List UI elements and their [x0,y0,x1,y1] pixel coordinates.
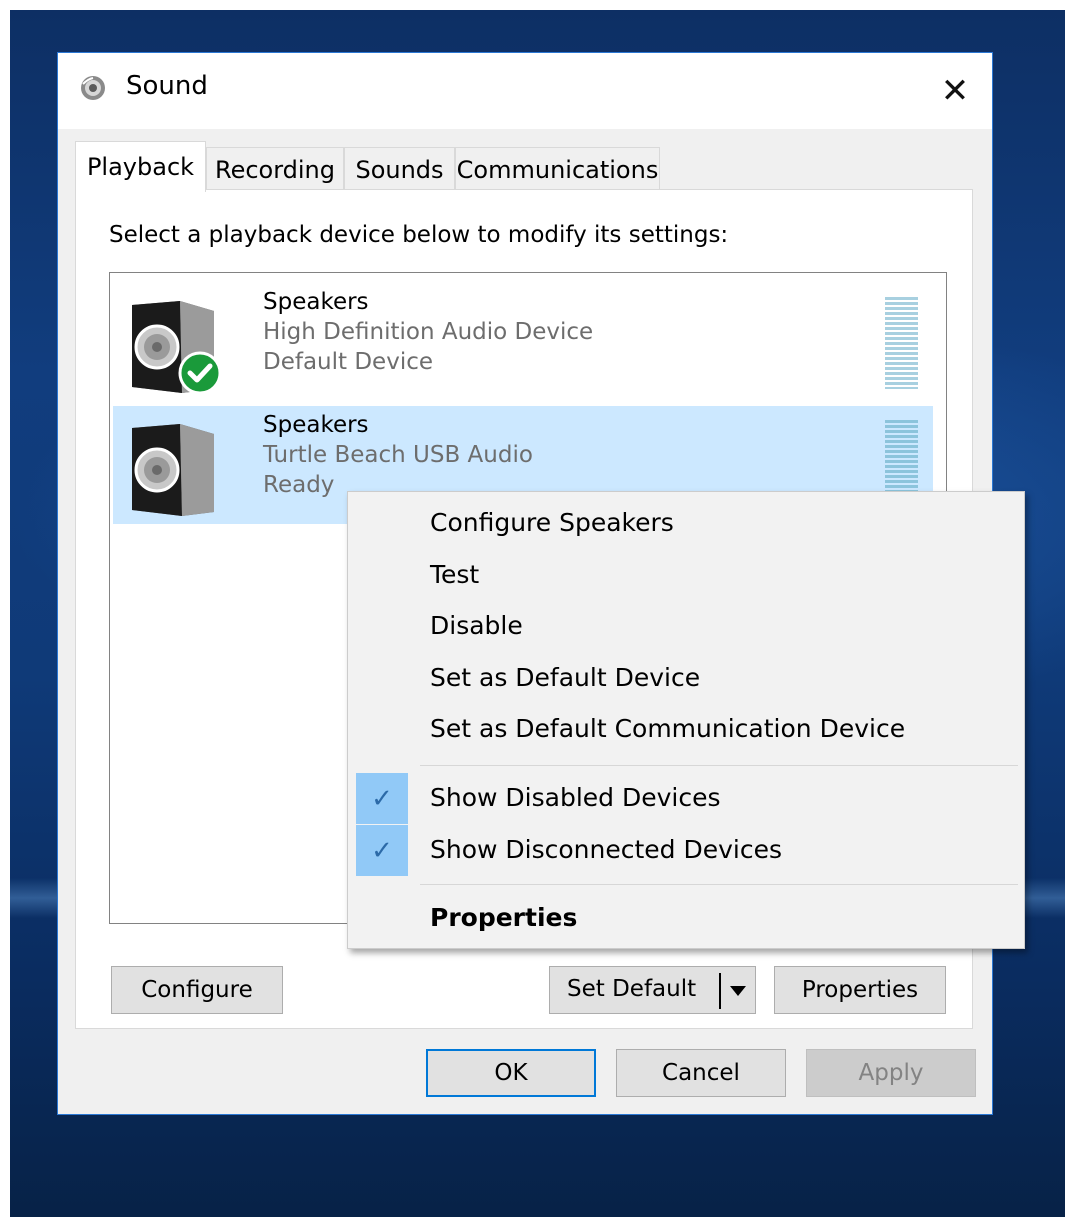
device-description: High Definition Audio Device [263,319,594,345]
checkmark-icon: ✓ [356,825,408,876]
tab-recording[interactable]: Recording [206,147,344,191]
context-menu: Configure Speakers Test Disable Set as D… [347,491,1025,949]
menu-item-show-disabled[interactable]: Show Disabled Devices [430,783,720,812]
device-description: Turtle Beach USB Audio [263,442,533,468]
set-default-split-button[interactable]: Set Default [549,966,756,1014]
menu-item-configure-speakers[interactable]: Configure Speakers [430,508,674,537]
tab-communications[interactable]: Communications [455,147,660,191]
menu-item-disable[interactable]: Disable [430,611,523,640]
menu-item-test[interactable]: Test [430,560,479,589]
split-divider [719,973,721,1009]
speaker-icon [81,76,105,100]
device-status: Default Device [263,349,434,375]
title-bar[interactable]: Sound ✕ [58,53,992,129]
menu-separator [420,884,1018,885]
tab-sounds[interactable]: Sounds [344,147,455,191]
close-icon: ✕ [940,71,970,111]
menu-separator [420,765,1018,766]
checkmark-icon: ✓ [356,773,408,824]
speaker-device-icon [132,301,220,395]
instruction-text: Select a playback device below to modify… [109,222,729,248]
window-title: Sound [126,71,208,101]
tab-playback[interactable]: Playback [75,141,206,192]
device-name: Speakers [263,289,369,315]
device-status: Ready [263,472,335,498]
device-name: Speakers [263,412,369,438]
close-button[interactable]: ✕ [918,53,992,129]
menu-item-show-disconnected[interactable]: Show Disconnected Devices [430,835,782,864]
green-check-icon [178,351,220,395]
set-default-label: Set Default [567,976,697,1002]
volume-meter [885,297,918,389]
menu-item-set-default[interactable]: Set as Default Device [430,663,700,692]
device-row-high-definition[interactable]: Speakers High Definition Audio Device De… [113,283,933,401]
menu-item-properties[interactable]: Properties [430,903,577,932]
apply-button: Apply [806,1049,976,1097]
speaker-device-icon [132,424,214,516]
menu-item-set-default-communication[interactable]: Set as Default Communication Device [430,714,905,743]
ok-button[interactable]: OK [426,1049,596,1097]
dropdown-arrow-icon[interactable] [730,986,746,996]
properties-button[interactable]: Properties [774,966,946,1014]
configure-button[interactable]: Configure [111,966,283,1014]
cancel-button[interactable]: Cancel [616,1049,786,1097]
